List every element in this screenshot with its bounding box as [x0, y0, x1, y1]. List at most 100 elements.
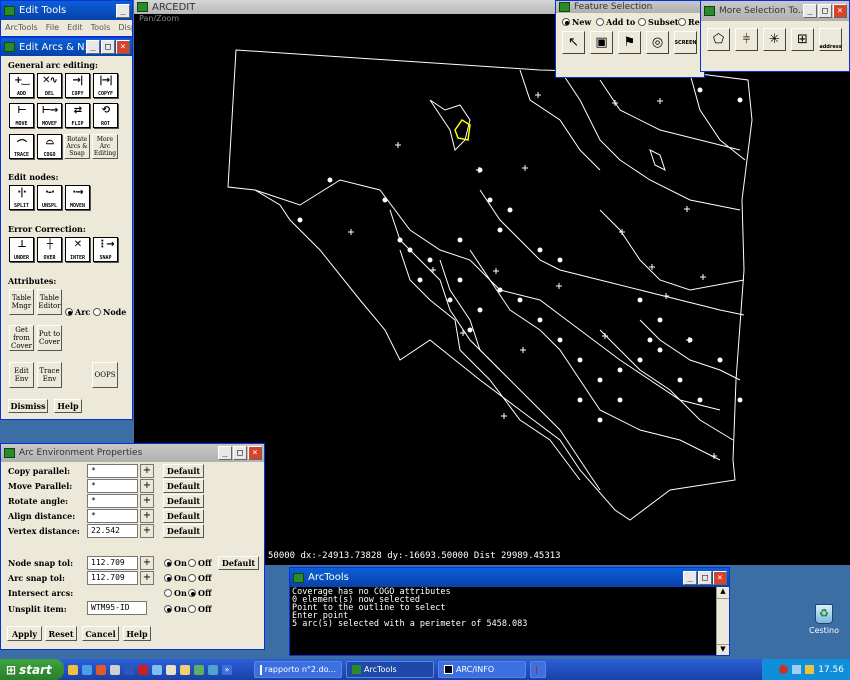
menu-edit[interactable]: Edit	[67, 23, 83, 32]
reset-button[interactable]: Reset	[45, 626, 77, 641]
vertex-distance-field[interactable]: 22.542	[87, 524, 138, 538]
align-distance-field[interactable]: *	[87, 509, 138, 523]
task-arcinfo[interactable]: ARC/INFO	[438, 661, 526, 678]
quicklaunch-word-icon[interactable]	[124, 664, 134, 675]
vertex-distance-pick-button[interactable]: +	[140, 524, 154, 538]
line-select-icon[interactable]: ⫩	[735, 28, 758, 51]
trace-arc-button[interactable]: ⌒ TRACE	[9, 134, 34, 159]
polygon-select-icon[interactable]: ⬠	[707, 28, 730, 51]
task-unnamed[interactable]	[530, 661, 546, 678]
quicklaunch-globe-icon[interactable]	[208, 664, 218, 675]
close-button[interactable]: ×	[833, 4, 847, 18]
quicklaunch-misc-icon[interactable]	[194, 664, 204, 675]
rotate-arcs-snap-button[interactable]: Rotate Arcs & Snap	[64, 134, 90, 159]
screen-icon[interactable]: SCREEN	[674, 31, 697, 54]
circle-icon[interactable]: ◎	[646, 31, 669, 54]
maximize-button[interactable]: □	[818, 4, 832, 18]
table-manager-button[interactable]: Table Mngr	[9, 289, 34, 315]
node-snap-off-radio[interactable]: Off	[188, 558, 212, 568]
help-button[interactable]: Help	[123, 626, 151, 641]
close-button[interactable]: ×	[248, 446, 262, 460]
scroll-up-icon[interactable]: ▲	[717, 587, 729, 599]
scroll-down-icon[interactable]: ▼	[717, 644, 729, 655]
copy-parallel-default-button[interactable]: Default	[163, 464, 204, 478]
align-distance-pick-button[interactable]: +	[140, 509, 154, 523]
minimize-button[interactable]: _	[683, 570, 697, 585]
arc-snap-field[interactable]: 112.709	[87, 571, 138, 585]
rotate-angle-default-button[interactable]: Default	[163, 494, 204, 508]
undershoot-button[interactable]: ⊥ UNDER	[9, 237, 34, 262]
arc-radio[interactable]: Arc	[65, 307, 90, 317]
unsplit-on-radio[interactable]: On	[164, 604, 187, 614]
quicklaunch-media-icon[interactable]	[110, 664, 120, 675]
start-button[interactable]: ⊞ start	[0, 659, 64, 680]
minimize-button[interactable]: _	[86, 40, 100, 54]
node-snap-pick-button[interactable]: +	[140, 556, 154, 570]
unsplit-off-radio[interactable]: Off	[188, 604, 212, 614]
split-node-button[interactable]: ·|· SPLIT	[9, 185, 34, 210]
move-parallel-field[interactable]: *	[87, 479, 138, 493]
vertex-distance-default-button[interactable]: Default	[163, 524, 204, 538]
copy-parallel-field[interactable]: *	[87, 464, 138, 478]
flip-arc-button[interactable]: ⇄ FLIP	[65, 103, 90, 128]
put-to-cover-button[interactable]: Put to Cover	[37, 325, 62, 351]
arc-snap-on-radio[interactable]: On	[164, 573, 187, 583]
quicklaunch-outlook-icon[interactable]	[68, 664, 78, 675]
subset-radio[interactable]: Subset	[638, 17, 678, 27]
quicklaunch-pdf-icon[interactable]	[138, 664, 148, 675]
tray-clock[interactable]: 17.56	[818, 665, 844, 675]
copy-parallel-button[interactable]: |→| COPYF	[93, 73, 118, 98]
star-select-icon[interactable]: ✳	[763, 28, 786, 51]
node-snap-on-radio[interactable]: On	[164, 558, 187, 568]
move-parallel-pick-button[interactable]: +	[140, 479, 154, 493]
new-radio[interactable]: New	[562, 17, 591, 27]
intersect-button[interactable]: ✕ INTER	[65, 237, 90, 262]
align-distance-default-button[interactable]: Default	[163, 509, 204, 523]
menu-arctools[interactable]: ArcTools	[5, 23, 38, 32]
move-parallel-default-button[interactable]: Default	[163, 479, 204, 493]
minimize-button[interactable]: _	[218, 446, 232, 460]
task-rapporto[interactable]: rapporto n°2.do...	[254, 661, 342, 678]
arc-env-titlebar[interactable]: Arc Environment Properties _ □ ×	[1, 444, 264, 462]
intersect-on-radio[interactable]: On	[164, 588, 187, 598]
close-button[interactable]: ×	[116, 40, 130, 54]
overshoot-button[interactable]: ┼ OVER	[37, 237, 62, 262]
cancel-button[interactable]: Cancel	[82, 626, 119, 641]
rotate-arc-button[interactable]: ⟲ ROT	[93, 103, 118, 128]
move-parallel-button[interactable]: ⊢→ MOVEF	[37, 103, 62, 128]
arc-snap-off-radio[interactable]: Off	[188, 573, 212, 583]
quicklaunch-desktop-icon[interactable]	[152, 664, 162, 675]
dismiss-button[interactable]: Dismiss	[8, 399, 48, 413]
task-arctools[interactable]: ArcTools	[346, 661, 434, 678]
help-button[interactable]: Help	[54, 399, 82, 413]
copy-arc-button[interactable]: →| COPY	[65, 73, 90, 98]
edit-arcs-titlebar[interactable]: Edit Arcs & N... _ □ ×	[1, 38, 132, 56]
table-editor-button[interactable]: Table Editor	[37, 289, 62, 315]
node-snap-default-button[interactable]: Default	[218, 556, 259, 570]
quicklaunch-folder-icon[interactable]	[180, 664, 190, 675]
menu-file[interactable]: File	[46, 23, 59, 32]
maximize-button[interactable]: □	[233, 446, 247, 460]
rotate-angle-field[interactable]: *	[87, 494, 138, 508]
feature-selection-titlebar[interactable]: Feature Selection	[556, 1, 704, 13]
arrow-icon[interactable]: ↖	[562, 31, 585, 54]
table-select-icon[interactable]: ⊞	[791, 28, 814, 51]
intersect-off-radio[interactable]: Off	[188, 588, 212, 598]
rotate-angle-pick-button[interactable]: +	[140, 494, 154, 508]
edit-env-button[interactable]: Edit Env	[9, 362, 34, 388]
get-from-cover-button[interactable]: Get from Cover	[9, 325, 34, 351]
address-icon[interactable]: address	[819, 28, 842, 51]
recycle-bin[interactable]: ♻ Cestino	[806, 604, 842, 635]
maximize-button[interactable]: □	[101, 40, 115, 54]
arc-snap-pick-button[interactable]: +	[140, 571, 154, 585]
maximize-button[interactable]: □	[698, 570, 712, 585]
edit-tools-titlebar[interactable]: Edit Tools _	[1, 1, 132, 20]
oops-button[interactable]: OOPS	[92, 362, 118, 388]
delete-arc-button[interactable]: ✕∿ DEL	[37, 73, 62, 98]
flag-icon[interactable]: ⚑	[618, 31, 641, 54]
add-arc-button[interactable]: +‿ ADD	[9, 73, 34, 98]
tray-shield-icon[interactable]	[779, 665, 789, 674]
menu-display[interactable]: Display	[118, 23, 132, 32]
console-scrollbar[interactable]: ▲ ▼	[716, 587, 729, 655]
move-arc-button[interactable]: ⊢ MOVE	[9, 103, 34, 128]
